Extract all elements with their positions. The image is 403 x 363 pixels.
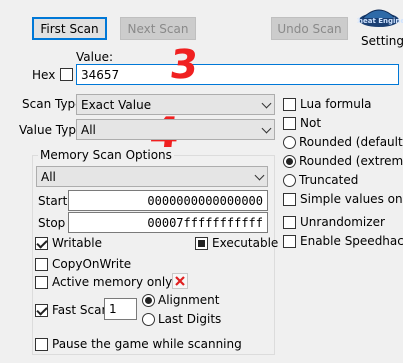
writable-checkbox[interactable] bbox=[35, 237, 48, 250]
pause-game-checkbox[interactable] bbox=[35, 338, 48, 351]
first-scan-button[interactable]: First Scan bbox=[32, 17, 107, 40]
not-checkbox[interactable] bbox=[283, 117, 296, 130]
copyonwrite-checkbox[interactable] bbox=[35, 258, 48, 271]
memory-region-select[interactable]: All bbox=[36, 166, 268, 187]
undo-scan-button[interactable]: Undo Scan bbox=[271, 17, 348, 40]
rounded-extreme-radio[interactable] bbox=[283, 155, 296, 168]
annotation-three: 3 bbox=[167, 42, 201, 88]
writable-label: Writable bbox=[52, 236, 102, 250]
truncated-label: Truncated bbox=[299, 173, 359, 187]
active-memory-label: Active memory only bbox=[52, 275, 173, 289]
unrandomizer-label: Unrandomizer bbox=[300, 215, 385, 229]
value-type-select[interactable]: All bbox=[76, 119, 275, 140]
stop-address-input[interactable]: 00007fffffffffff bbox=[68, 212, 268, 233]
cheat-engine-logo-icon: Cheat Engine bbox=[357, 9, 403, 27]
stop-label: Stop bbox=[38, 216, 66, 230]
svg-text:Cheat Engine: Cheat Engine bbox=[357, 17, 403, 25]
memory-region-value: All bbox=[41, 169, 56, 184]
speedhack-checkbox[interactable] bbox=[283, 235, 296, 248]
fast-scan-checkbox[interactable] bbox=[35, 304, 48, 317]
chevron-down-icon bbox=[261, 123, 272, 134]
last-digits-label: Last Digits bbox=[158, 312, 222, 326]
start-label: Start bbox=[38, 194, 68, 208]
copyonwrite-label: CopyOnWrite bbox=[52, 257, 132, 271]
value-type-label: Value Type bbox=[19, 123, 84, 137]
value-type-value: All bbox=[81, 122, 96, 137]
next-scan-button[interactable]: Next Scan bbox=[120, 17, 196, 40]
chevron-down-icon bbox=[254, 170, 265, 181]
lua-formula-checkbox[interactable] bbox=[283, 98, 296, 111]
start-address-input[interactable]: 0000000000000000 bbox=[68, 190, 268, 211]
hex-checkbox[interactable] bbox=[60, 68, 73, 81]
fast-scan-label: Fast Scan bbox=[52, 303, 110, 317]
last-digits-radio[interactable] bbox=[142, 313, 155, 326]
memory-scan-options-title: Memory Scan Options bbox=[38, 148, 174, 162]
simple-values-label: Simple values only bbox=[300, 192, 403, 206]
alignment-label: Alignment bbox=[158, 293, 220, 307]
simple-values-checkbox[interactable] bbox=[283, 193, 296, 206]
settings-logo[interactable]: Cheat Engine Settings bbox=[357, 0, 403, 50]
unrandomizer-checkbox[interactable] bbox=[283, 216, 296, 229]
scan-type-value: Exact Value bbox=[81, 97, 152, 112]
alignment-radio[interactable] bbox=[142, 294, 155, 307]
pause-game-label: Pause the game while scanning bbox=[52, 337, 242, 351]
scan-type-label: Scan Type bbox=[22, 97, 83, 111]
executable-checkbox[interactable] bbox=[195, 237, 208, 250]
active-memory-checkbox[interactable] bbox=[35, 276, 48, 289]
rounded-default-radio[interactable] bbox=[283, 136, 296, 149]
rounded-default-label: Rounded (default) bbox=[299, 135, 403, 149]
chevron-down-icon bbox=[261, 98, 272, 109]
not-label: Not bbox=[300, 116, 322, 130]
scan-type-select[interactable]: Exact Value bbox=[76, 94, 275, 115]
hex-label: Hex bbox=[32, 68, 56, 82]
executable-label: Executable bbox=[212, 236, 279, 250]
value-input[interactable]: 34657 bbox=[76, 64, 399, 85]
settings-label: Settings bbox=[361, 34, 403, 48]
clear-icon[interactable] bbox=[172, 273, 188, 289]
truncated-radio[interactable] bbox=[283, 174, 296, 187]
rounded-extreme-label: Rounded (extreme) bbox=[299, 154, 403, 168]
speedhack-label: Enable Speedhack bbox=[300, 234, 403, 248]
fast-scan-input[interactable]: 1 bbox=[104, 298, 137, 320]
value-label: Value: bbox=[76, 50, 113, 64]
lua-formula-label: Lua formula bbox=[300, 97, 372, 111]
